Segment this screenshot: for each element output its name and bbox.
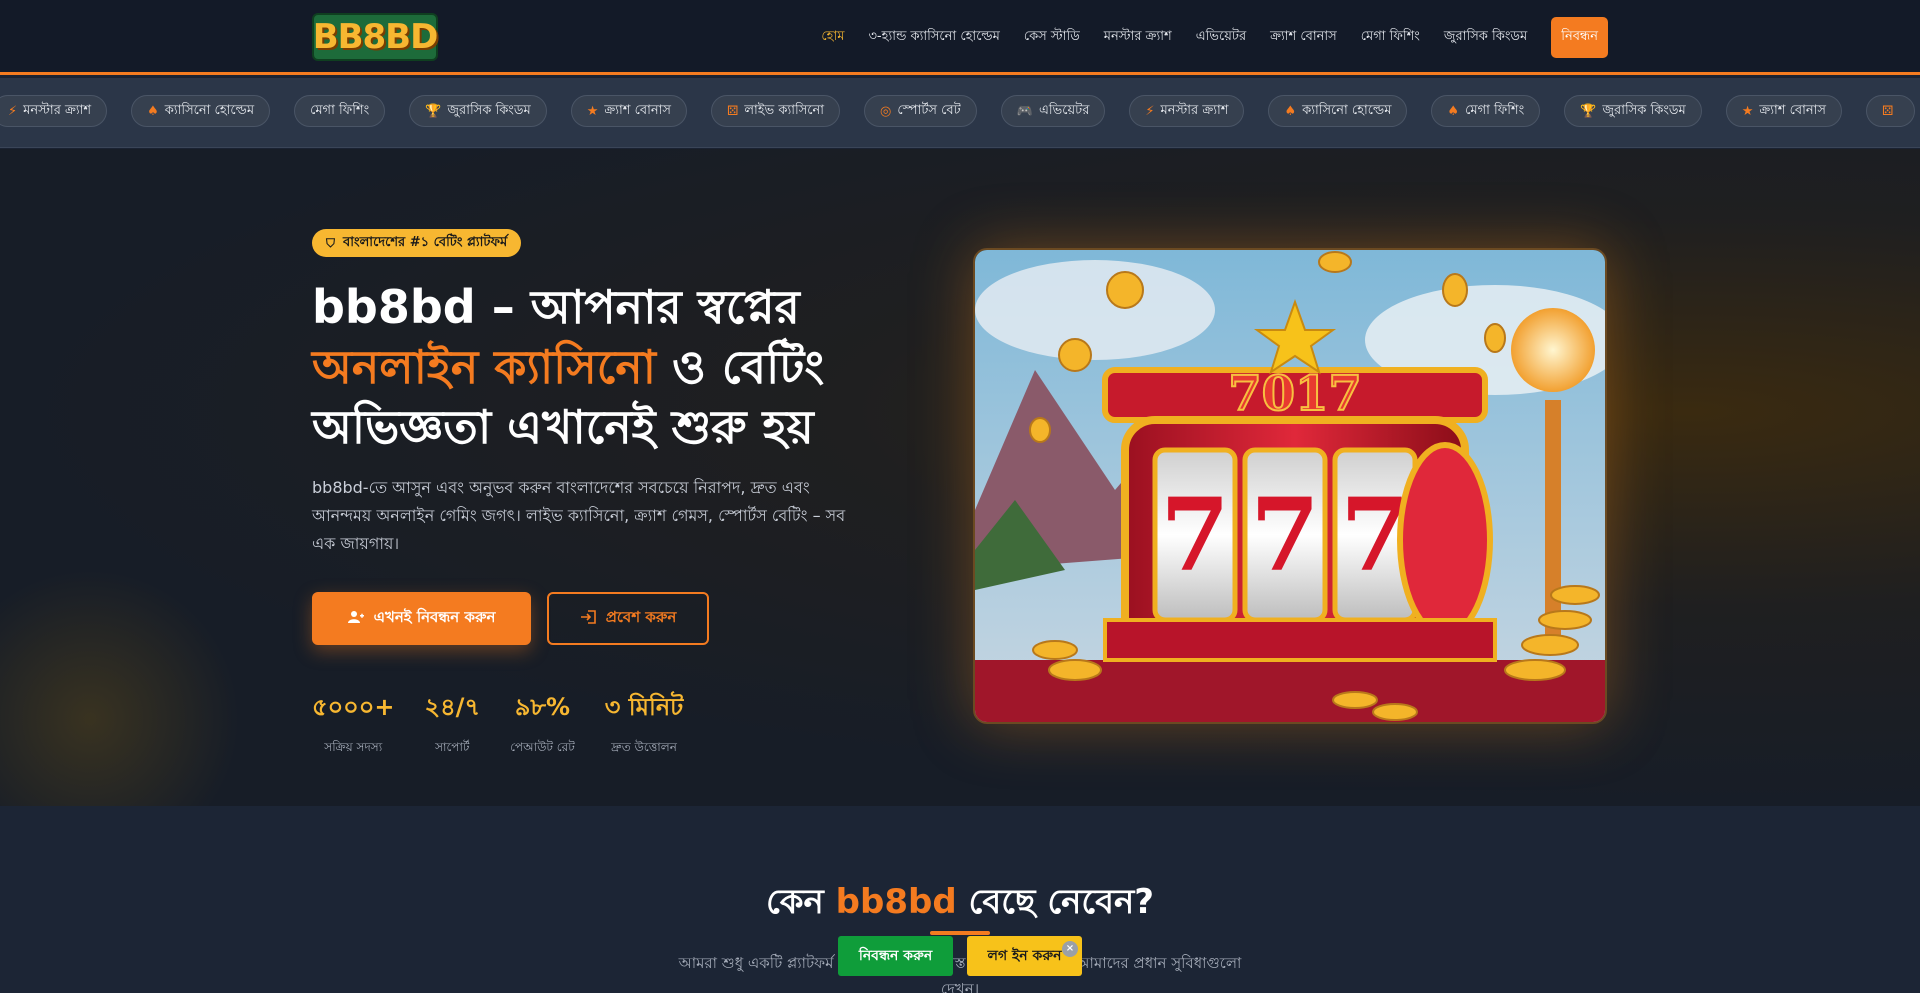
ticker-chip-label: এভিয়েটর: [1038, 102, 1090, 118]
nav-item-home[interactable]: হোম: [821, 27, 844, 48]
ticker-chip-label: স্পোর্টস বেট: [897, 102, 961, 118]
dice-icon: ⚄: [727, 103, 739, 119]
ticker-chip[interactable]: ★ ক্র্যাশ বোনাস: [1725, 95, 1843, 127]
star-icon: ★: [586, 103, 599, 119]
spade-icon: ♠: [1447, 103, 1460, 119]
ticker-chip-label: জুরাসিক কিংডম: [447, 102, 531, 118]
main-nav: হোম ৩-হ্যান্ড ক্যাসিনো হোল্ডেম কেস স্টাড…: [821, 16, 1608, 58]
spade-icon: ♠: [1284, 103, 1297, 119]
ticker-chip-label: মেগা ফিশিং: [1465, 102, 1525, 118]
ticker-chip[interactable]: 🏆 জুরাসিক কিংডম: [1564, 95, 1702, 127]
ticker-chip-label: মনস্টার ক্র্যাশ: [23, 102, 92, 118]
star-icon: ★: [1741, 103, 1754, 119]
ticker-chip[interactable]: ♠ মেগা ফিশিং: [1431, 95, 1541, 127]
hero-section: ⛉ বাংলাদেশের #১ বেটিং প্ল্যাটফর্ম bb8bd …: [0, 149, 1920, 869]
ticker-chip[interactable]: ⚄ লাইভ ক্যাসিনো: [711, 95, 841, 127]
stat-members: ৫০০০+ সক্রিয় সদস্য: [312, 693, 395, 754]
gamepad-icon: 🎮: [1016, 103, 1033, 119]
nav-item-crash-bonus[interactable]: ক্র্যাশ বোনাস: [1270, 27, 1337, 48]
nav-item-aviator[interactable]: এভিয়েটর: [1196, 27, 1246, 48]
nav-item-jurassic-kingdom[interactable]: জুরাসিক কিংডম: [1444, 27, 1527, 48]
sign-in-icon: [580, 609, 596, 628]
ticker-chip[interactable]: ◎ স্পোর্টস বেট: [864, 95, 977, 127]
title-underline: [930, 931, 990, 935]
nav-register-button[interactable]: নিবন্ধন: [1551, 16, 1608, 58]
game-ticker: ⚡ মনস্টার ক্র্যাশ ♠ ক্যাসিনো হোল্ডেম মেগা ফি…: [0, 78, 1920, 148]
floating-login-button[interactable]: লগ ইন করুন ×: [967, 936, 1082, 976]
hero-description: bb8bd-তে আসুন এবং অনুভব করুন বাংলাদেশের …: [312, 478, 846, 553]
ticker-track: ⚡ মনস্টার ক্র্যাশ ♠ ক্যাসিনো হোল্ডেম মেগা ফি…: [0, 95, 1916, 127]
hero-title-highlight: অনলাইন ক্যাসিনো: [312, 340, 656, 394]
hero-stats: ৫০০০+ সক্রিয় সদস্য ২৪/৭ সাপোর্ট ৯৮% পেআ…: [312, 689, 683, 759]
bolt-icon: ⚡: [1145, 103, 1155, 119]
stat-payout: ৯৮% পেআউট রেট: [510, 693, 575, 754]
bolt-icon: ⚡: [8, 103, 18, 119]
close-icon[interactable]: ×: [1062, 941, 1078, 957]
stat-withdrawal: ৩ মিনিট দ্রুত উত্তোলন: [604, 693, 684, 754]
spade-icon: ♠: [147, 103, 159, 119]
shield-icon: ⛉: [326, 235, 336, 250]
why-title: কেন bb8bd বেছে নেবেন?: [765, 882, 1155, 922]
ticker-chip[interactable]: ⚄: [1866, 95, 1916, 127]
trophy-icon: 🏆: [425, 103, 442, 119]
floating-action-bar: নিবন্ধন করুন লগ ইন করুন ×: [838, 936, 1082, 976]
ticker-chip[interactable]: মেগা ফিশিং: [294, 95, 386, 127]
login-button[interactable]: প্রবেশ করুন: [547, 592, 709, 645]
ticker-chip[interactable]: 🏆 জুরাসিক কিংডম: [409, 95, 547, 127]
ticker-chip-label: জুরাসিক কিংডম: [1602, 102, 1686, 118]
user-plus-icon: [347, 610, 364, 628]
coins-icon: ◎: [880, 103, 892, 119]
floating-register-button[interactable]: নিবন্ধন করুন: [838, 936, 953, 976]
ticker-chip[interactable]: ♠ ক্যাসিনো হোল্ডেম: [1268, 95, 1408, 127]
site-logo[interactable]: BB8BD: [312, 13, 438, 61]
ticker-chip-label: ক্র্যাশ বোনাস: [604, 102, 671, 118]
site-header: BB8BD হোম ৩-হ্যান্ড ক্যাসিনো হোল্ডেম কেস…: [0, 0, 1920, 75]
dice-icon: ⚄: [1882, 103, 1894, 119]
ticker-chip[interactable]: ⚡ মনস্টার ক্র্যাশ: [0, 95, 108, 127]
ticker-chip[interactable]: ★ ক্র্যাশ বোনাস: [570, 95, 687, 127]
ticker-chip-label: লাইভ ক্যাসিনো: [744, 102, 825, 118]
nav-item-monster-crash[interactable]: মনস্টার ক্র্যাশ: [1104, 27, 1172, 48]
ticker-chip-label: মেগা ফিশিং: [310, 102, 370, 118]
register-now-button[interactable]: এখনই নিবন্ধন করুন: [312, 592, 531, 645]
ticker-chip-label: ক্যাসিনো হোল্ডেম: [164, 102, 255, 118]
svg-text:7: 7: [1250, 476, 1320, 594]
svg-text:7017: 7017: [1228, 366, 1362, 422]
stat-support: ২৪/৭ সাপোর্ট: [424, 693, 481, 754]
nav-item-mega-fishing[interactable]: মেগা ফিশিং: [1361, 27, 1420, 48]
ticker-chip-label: মনস্টার ক্র্যাশ: [1160, 102, 1229, 118]
ticker-chip[interactable]: ♠ ক্যাসিনো হোল্ডেম: [131, 95, 271, 127]
platform-badge: ⛉ বাংলাদেশের #১ বেটিং প্ল্যাটফর্ম: [312, 229, 522, 257]
nav-item-casino-holdem[interactable]: ৩-হ্যান্ড ক্যাসিনো হোল্ডেম: [868, 27, 999, 48]
ticker-chip-label: ক্র্যাশ বোনাস: [1759, 102, 1827, 118]
svg-text:7: 7: [1160, 476, 1230, 594]
ticker-chip[interactable]: ⚡ মনস্টার ক্র্যাশ: [1129, 95, 1245, 127]
ticker-chip[interactable]: 🎮 এভিয়েটর: [1000, 95, 1106, 127]
trophy-icon: 🏆: [1580, 103, 1597, 119]
ticker-chip-label: ক্যাসিনো হোল্ডেম: [1302, 102, 1392, 118]
nav-item-case-study[interactable]: কেস স্টাডি: [1024, 27, 1080, 48]
hero-title: bb8bd – আপনার স্বপ্নের অনলাইন ক্যাসিনো ও…: [312, 280, 825, 454]
slot-machine-image: 7017 7 7 7: [973, 248, 1607, 724]
